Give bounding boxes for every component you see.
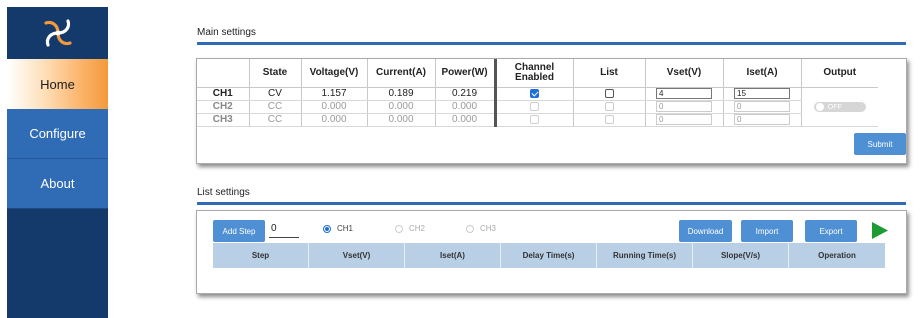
iset-cell: 0 [723,113,802,127]
column-vset: Vset(V) [309,243,405,268]
column-slope: Slope(V/s) [693,243,789,268]
iset-input[interactable]: 0 [734,114,790,125]
list-settings-title: List settings [197,187,250,198]
header-state: State [249,59,302,88]
list-checkbox[interactable] [604,101,614,111]
header-list: List [573,59,646,88]
list-cell [573,87,646,101]
list-checkbox[interactable] [604,88,614,98]
channel-enabled-checkbox[interactable] [530,88,539,98]
current-value: 0.189 [367,87,436,101]
iset-cell: 0 [723,100,802,114]
radio-label: CH1 [337,224,354,233]
header-channel [197,59,250,88]
logo [7,7,108,59]
channel-label: CH3 [197,113,250,127]
channel-radio-ch1[interactable]: CH1 [323,224,353,233]
state-value: CC [249,100,302,114]
nav-about[interactable]: About [7,159,108,209]
current-value: 0.000 [367,100,436,114]
nav-configure[interactable]: Configure [7,109,108,159]
enabled-cell [495,113,574,127]
enabled-cell [495,100,574,114]
output-cell: OFF [801,87,878,127]
channel-enabled-checkbox[interactable] [530,101,539,111]
radio-dot [395,224,403,233]
voltage-value: 0.000 [301,100,368,114]
header-current: Current(A) [367,59,436,88]
main-settings-rule [197,42,906,45]
vset-input[interactable]: 0 [656,114,712,125]
header-voltage: Voltage(V) [301,59,368,88]
output-toggle-label: OFF [827,103,842,111]
header-iset: Iset(A) [723,59,802,88]
channel-label: CH2 [197,100,250,114]
play-icon[interactable] [871,221,889,240]
step-count-input[interactable]: 0 [269,220,299,238]
submit-button[interactable]: Submit [854,133,906,155]
main-settings-title: Main settings [197,27,256,38]
header-power: Power(W) [435,59,497,88]
column-iset: Iset(A) [405,243,501,268]
channel-radio-ch3[interactable]: CH3 [466,224,496,233]
table-row: CH1 CV 1.157 0.189 0.219 4 15 OFF [197,87,878,127]
list-settings-rule [197,202,906,205]
iset-input[interactable]: 0 [734,101,790,112]
table-row: CH2 CC 0.000 0.000 0.000 0 0 [197,100,878,114]
export-button[interactable]: Export [805,220,857,242]
header-channel-enabled-label: Channel Enabled [514,61,555,83]
voltage-value: 1.157 [301,87,368,101]
column-delay-time: Delay Time(s) [501,243,597,268]
list-cell [573,113,646,127]
channel-enabled-checkbox[interactable] [530,114,539,124]
column-running-time: Running Time(s) [597,243,693,268]
sidebar: Home Configure About [7,7,108,318]
list-settings-panel: Add Step 0 CH1 CH2 CH3 Download Import E… [196,210,907,294]
list-table-header: Step Vset(V) Iset(A) Delay Time(s) Runni… [213,243,885,268]
channel-label: CH1 [197,87,250,101]
state-value: CV [249,87,302,101]
vset-cell: 4 [645,87,724,101]
radio-label: CH2 [409,224,426,233]
list-cell [573,100,646,114]
output-toggle[interactable]: OFF [813,102,866,113]
vset-cell: 0 [645,113,724,127]
vset-cell: 0 [645,100,724,114]
current-value: 0.000 [367,113,436,127]
radio-label: CH3 [480,224,497,233]
enabled-cell [495,87,574,101]
list-checkbox[interactable] [604,114,614,124]
column-step: Step [213,243,309,268]
logo-icon [43,19,72,47]
import-button[interactable]: Import [741,220,793,242]
nav-home[interactable]: Home [7,59,108,109]
toggle-knob [815,103,824,112]
vset-input[interactable]: 4 [656,88,712,99]
table-row: CH3 CC 0.000 0.000 0.000 0 0 [197,113,878,127]
power-value: 0.000 [435,113,497,127]
radio-dot [466,224,474,233]
voltage-value: 0.000 [301,113,368,127]
radio-dot [323,224,331,233]
power-value: 0.219 [435,87,497,101]
column-operation: Operation [818,251,856,260]
header-output: Output [801,59,878,88]
power-value: 0.000 [435,100,497,114]
channel-radio-ch2[interactable]: CH2 [395,224,425,233]
vset-input[interactable]: 0 [656,101,712,112]
header-channel-enabled: Channel Enabled [495,59,574,88]
main-settings-panel: State Voltage(V) Current(A) Power(W) Cha… [196,58,907,164]
add-step-button[interactable]: Add Step [213,220,265,242]
iset-input[interactable]: 15 [734,88,790,99]
header-vset: Vset(V) [645,59,724,88]
state-value: CC [249,113,302,127]
download-button[interactable]: Download [679,220,732,242]
iset-cell: 15 [723,87,802,101]
channel-table: State Voltage(V) Current(A) Power(W) Cha… [197,59,878,127]
